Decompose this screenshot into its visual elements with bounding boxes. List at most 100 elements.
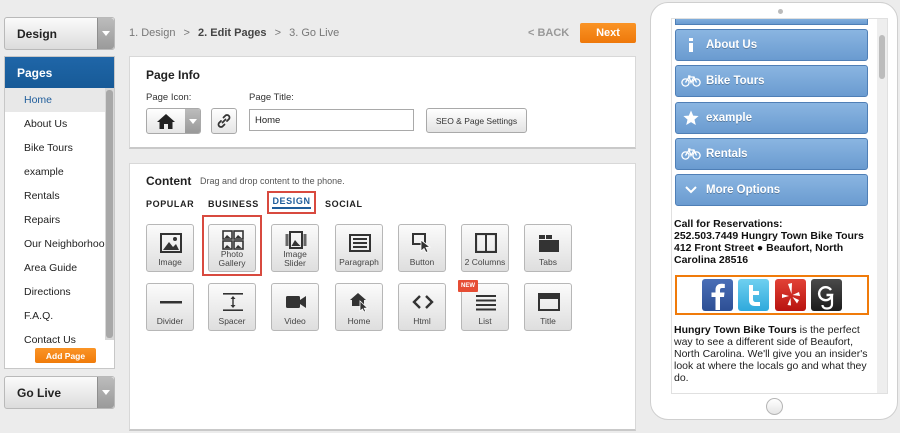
nav-label: About Us xyxy=(706,39,758,51)
page-title-input[interactable] xyxy=(249,109,414,131)
sidebar-page-area-guide[interactable]: Area Guide xyxy=(5,256,106,280)
nav-button-partial[interactable] xyxy=(675,19,868,25)
step-separator: > xyxy=(183,27,190,39)
google-icon[interactable] xyxy=(811,279,842,311)
nav-label: Bike Tours xyxy=(706,75,765,87)
page-icon-picker[interactable] xyxy=(146,108,201,134)
tile-label: Button xyxy=(409,257,435,267)
tile-paragraph[interactable]: Paragraph xyxy=(335,224,383,272)
tile-label: Tabs xyxy=(539,257,557,267)
page-icon-label: Page Icon: xyxy=(146,92,192,103)
video-camera-icon xyxy=(286,296,306,308)
facebook-icon[interactable] xyxy=(702,279,733,311)
image-icon xyxy=(160,233,182,253)
sidebar-page-example[interactable]: example xyxy=(5,160,106,184)
tile-label: List xyxy=(478,316,492,326)
phone-screen[interactable]: About Us Bike Tours example Rentals More… xyxy=(671,18,888,394)
description-text: Hungry Town Bike Tours is the perfect wa… xyxy=(674,324,874,384)
tile-label: Image xyxy=(158,257,182,267)
content-title: Content xyxy=(146,174,192,188)
sidebar-page-faq[interactable]: F.A.Q. xyxy=(5,304,106,328)
tile-html[interactable]: Html xyxy=(398,283,446,331)
tile-video[interactable]: Video xyxy=(271,283,319,331)
pages-scrollbar[interactable] xyxy=(105,88,114,340)
tile-image-slider[interactable]: Image Slider xyxy=(271,224,319,272)
tile-label: Title xyxy=(540,316,556,326)
tile-home[interactable]: Home xyxy=(335,283,383,331)
tile-list[interactable]: NEW List xyxy=(458,280,509,331)
tab-popular[interactable]: POPULAR xyxy=(146,199,194,209)
pointer-icon xyxy=(412,233,432,253)
content-hint: Drag and drop content to the phone. xyxy=(200,176,345,186)
new-badge: NEW xyxy=(458,280,478,292)
step-design[interactable]: 1. Design xyxy=(129,27,175,39)
step-edit-pages: 2. Edit Pages xyxy=(198,27,267,39)
tile-tabs[interactable]: Tabs xyxy=(524,224,572,272)
nav-label: Rentals xyxy=(706,148,748,160)
sidebar-page-bike-tours[interactable]: Bike Tours xyxy=(5,136,106,160)
yelp-icon[interactable] xyxy=(775,279,806,311)
twitter-icon[interactable] xyxy=(738,279,769,311)
code-icon xyxy=(412,295,434,309)
tile-2-columns[interactable]: 2 Columns xyxy=(461,224,509,272)
sidebar-page-rentals[interactable]: Rentals xyxy=(5,184,106,208)
phone-home-button[interactable] xyxy=(766,398,783,415)
tile-title[interactable]: Title xyxy=(524,283,572,331)
tile-divider[interactable]: Divider xyxy=(146,283,194,331)
contact-heading: Call for Reservations: xyxy=(674,218,783,230)
pages-header-label: Pages xyxy=(17,65,53,80)
sidebar-page-directions[interactable]: Directions xyxy=(5,280,106,304)
link-button[interactable] xyxy=(211,108,237,134)
link-icon xyxy=(217,114,231,128)
home-pointer-icon xyxy=(350,293,369,312)
next-button[interactable]: Next xyxy=(580,23,636,43)
star-icon xyxy=(683,110,699,125)
chevron-down-icon[interactable] xyxy=(97,18,114,49)
nav-more-options[interactable]: More Options xyxy=(675,174,868,206)
design-dropdown[interactable]: Design xyxy=(4,17,115,50)
bicycle-icon xyxy=(681,75,701,87)
social-icons-box[interactable] xyxy=(675,275,869,315)
scrollbar-thumb[interactable] xyxy=(106,90,113,338)
spacer-icon xyxy=(223,293,243,311)
back-button[interactable]: < BACK xyxy=(528,27,569,39)
seo-page-settings-button[interactable]: SEO & Page Settings xyxy=(426,108,527,133)
tile-image[interactable]: Image xyxy=(146,224,194,272)
divider-icon xyxy=(160,301,182,304)
nav-example[interactable]: example xyxy=(675,102,868,134)
golive-dropdown[interactable]: Go Live xyxy=(4,376,115,409)
chevron-down-icon[interactable] xyxy=(97,377,114,408)
sidebar-page-repairs[interactable]: Repairs xyxy=(5,208,106,232)
nav-bike-tours[interactable]: Bike Tours xyxy=(675,65,868,97)
title-icon xyxy=(538,293,560,311)
nav-about-us[interactable]: About Us xyxy=(675,29,868,61)
nav-label: More Options xyxy=(706,184,781,196)
page-title-label: Page Title: xyxy=(249,92,294,103)
step-separator: > xyxy=(274,27,282,39)
tab-design[interactable]: DESIGN xyxy=(267,191,316,214)
sidebar-page-home[interactable]: Home xyxy=(5,88,106,112)
chevron-down-icon xyxy=(685,186,697,194)
pages-header: Pages xyxy=(5,57,114,88)
description-bold: Hungry Town Bike Tours xyxy=(674,324,797,336)
step-go-live[interactable]: 3. Go Live xyxy=(289,27,339,39)
home-icon xyxy=(157,114,175,129)
sidebar-page-our-neighborhood[interactable]: Our Neighborhood xyxy=(5,232,106,256)
tab-social[interactable]: SOCIAL xyxy=(325,199,363,209)
tile-spacer[interactable]: Spacer xyxy=(208,283,256,331)
nav-rentals[interactable]: Rentals xyxy=(675,138,868,170)
tile-button[interactable]: Button xyxy=(398,224,446,272)
phone-camera xyxy=(778,9,783,14)
columns-icon xyxy=(475,233,497,253)
page-info-title: Page Info xyxy=(146,68,201,82)
tab-business[interactable]: BUSINESS xyxy=(208,199,259,209)
chevron-down-icon[interactable] xyxy=(185,109,200,133)
sidebar-page-about-us[interactable]: About Us xyxy=(5,112,106,136)
tile-label: Html xyxy=(413,316,431,326)
add-page-button[interactable]: Add Page xyxy=(35,348,96,363)
design-dropdown-label: Design xyxy=(17,26,58,41)
phone-scrollbar[interactable] xyxy=(877,19,887,393)
golive-dropdown-label: Go Live xyxy=(17,385,62,400)
scrollbar-thumb[interactable] xyxy=(879,35,885,79)
contact-address: 252.503.7449 Hungry Town Bike Tours 412 … xyxy=(674,230,864,266)
